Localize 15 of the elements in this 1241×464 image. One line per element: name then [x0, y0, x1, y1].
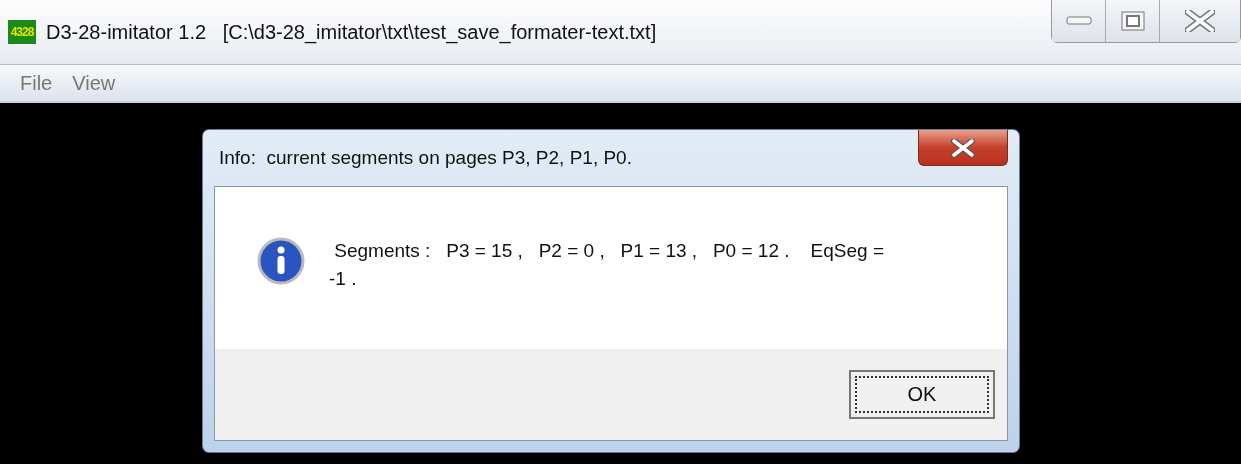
close-button[interactable]: [918, 130, 1008, 166]
dialog-title: Info: current segments on pages P3, P2, P1, P0.: [218, 147, 632, 169]
maximize-button[interactable]: [1106, 0, 1160, 42]
minimize-icon: [1065, 16, 1092, 26]
menu-item[interactable]: View: [72, 71, 116, 95]
dialog-message: Segments : P3 = 15 , P2 = 0 , P1 = 13 , P0 = 12 . EqSeg = -1 .: [329, 239, 886, 291]
info-icon: [257, 237, 305, 285]
app-icon: 4328: [8, 20, 36, 44]
maximize-icon: [1120, 11, 1145, 31]
window-title: D3-28-imitator 1.2 [C:\d3-28_imitator\txt\test_save_formater-text.txt]: [46, 20, 658, 44]
close-icon: [1185, 10, 1215, 32]
ok-button[interactable]: OK: [849, 370, 995, 419]
close-button[interactable]: [1160, 0, 1240, 42]
close-icon: [951, 138, 975, 157]
menu-item[interactable]: File: [20, 71, 53, 95]
